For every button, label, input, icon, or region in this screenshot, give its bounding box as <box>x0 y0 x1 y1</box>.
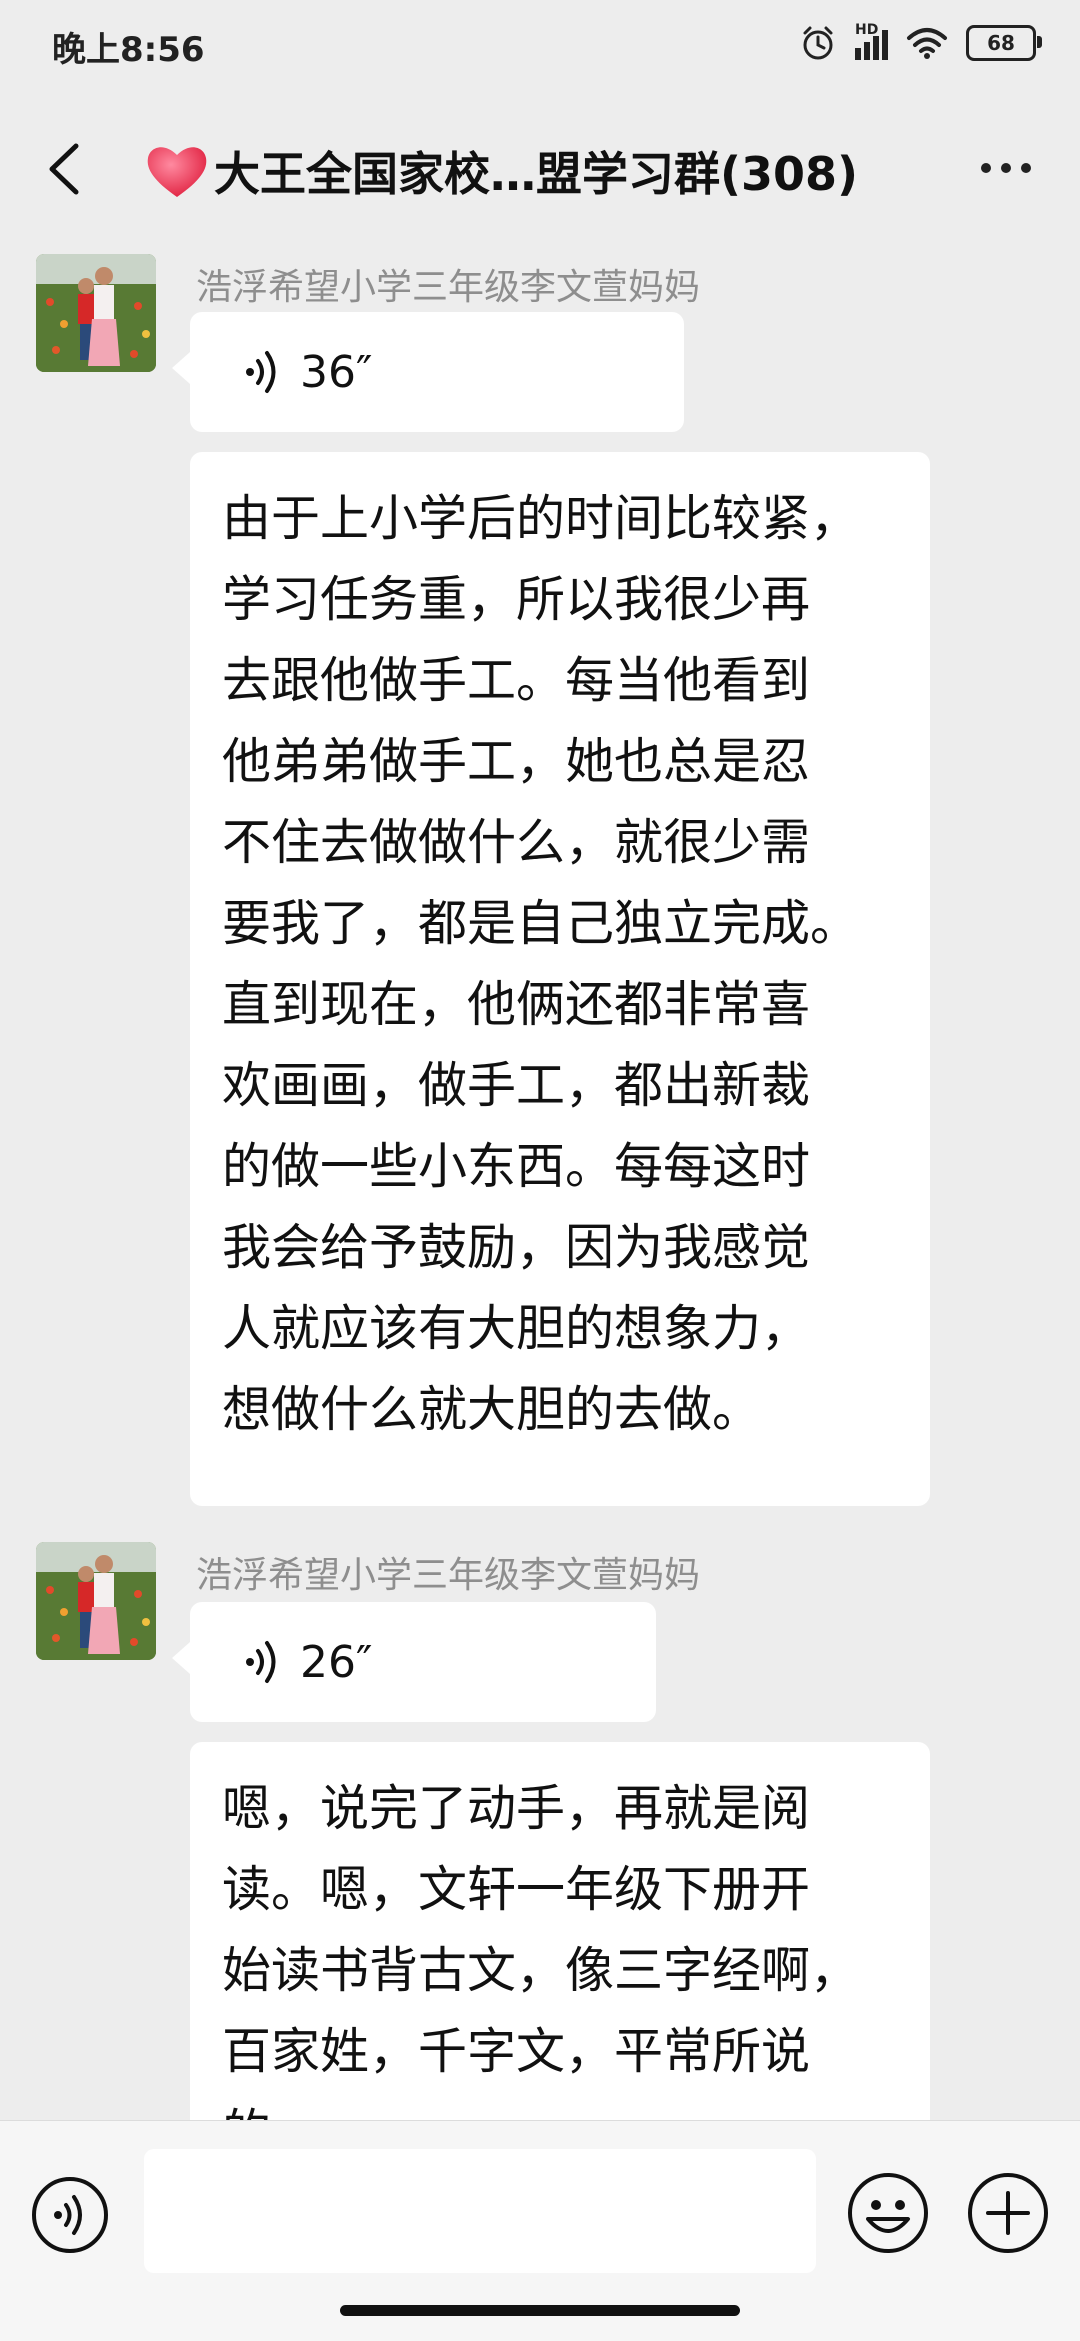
message-line: 直到现在，他俩还都非常喜 <box>222 976 811 1033</box>
home-indicator[interactable] <box>340 2305 740 2316</box>
voice-input-button[interactable] <box>30 2175 110 2255</box>
alarm-icon <box>803 26 833 60</box>
plus-icon <box>968 2173 1048 2253</box>
status-time: 晚上8:56 <box>52 30 205 70</box>
title-wrap: 大王全国家校…盟学习群(308) <box>144 136 858 206</box>
message-line: 去跟他做手工。每当他看到 <box>222 652 811 709</box>
back-button[interactable] <box>36 134 96 204</box>
heart-icon <box>147 147 207 197</box>
message-line: 想做什么就大胆的去做。 <box>222 1381 762 1438</box>
sender-name: 浩浮希望小学三年级李文萱妈妈 <box>196 267 701 308</box>
emoji-button[interactable] <box>846 2171 930 2255</box>
avatar[interactable] <box>36 254 156 372</box>
sender-name: 浩浮希望小学三年级李文萱妈妈 <box>196 1555 701 1596</box>
message-line: 我会给予鼓励，因为我感觉 <box>222 1219 811 1276</box>
message-line: 嗯，说完了动手，再就是阅 <box>222 1780 811 1837</box>
voice-duration: 26″ <box>300 1636 373 1688</box>
avatar[interactable] <box>36 1542 156 1660</box>
battery-icon: 68 <box>966 25 1042 61</box>
network-label: HD <box>855 22 879 38</box>
message-line: 要我了，都是自己独立完成。 <box>222 895 860 952</box>
voice-wave-icon <box>246 351 276 393</box>
message-line: 的做一些小东西。每每这时 <box>222 1138 811 1195</box>
more-functions-button[interactable] <box>966 2171 1050 2255</box>
chat-title[interactable]: 大王全国家校…盟学习群(308) <box>214 138 858 204</box>
smiley-icon <box>848 2173 928 2253</box>
more-options-button[interactable] <box>966 138 1046 198</box>
voice-duration: 36″ <box>300 346 373 398</box>
message-line: 百家姓，千字文，平常所说 <box>222 2023 811 2080</box>
message-line: 欢画画，做手工，都出新裁 <box>222 1057 811 1114</box>
message-input[interactable] <box>144 2149 816 2273</box>
signal-icon: HD <box>855 22 888 60</box>
message-line: 学习任务重，所以我很少再 <box>222 571 811 628</box>
message-line: 不住去做做什么，就很少需 <box>222 814 811 871</box>
message-line: 始读书背古文，像三字经啊， <box>222 1942 860 1999</box>
status-bar: 晚上8:56 HD 68 <box>0 0 1080 92</box>
chevron-left-icon <box>49 143 79 195</box>
chat-header: 大王全国家校…盟学习群(308) <box>0 100 1080 240</box>
voice-message[interactable]: 36″ <box>172 312 684 432</box>
voice-icon <box>32 2177 108 2253</box>
wifi-icon <box>907 28 947 59</box>
message-line: 由于上小学后的时间比较紧， <box>222 490 860 547</box>
voice-message[interactable]: 26″ <box>172 1602 656 1722</box>
message-line: 读。嗯，文轩一年级下册开 <box>222 1861 811 1918</box>
message-line: 他弟弟做手工，她也总是忍 <box>222 733 811 790</box>
message-line: 人就应该有大胆的想象力， <box>222 1300 811 1357</box>
voice-wave-icon <box>246 1641 276 1683</box>
text-message[interactable]: 由于上小学后的时间比较紧， 学习任务重，所以我很少再 去跟他做手工。每当他看到 … <box>190 452 930 1506</box>
status-icons: HD 68 <box>799 22 1042 62</box>
